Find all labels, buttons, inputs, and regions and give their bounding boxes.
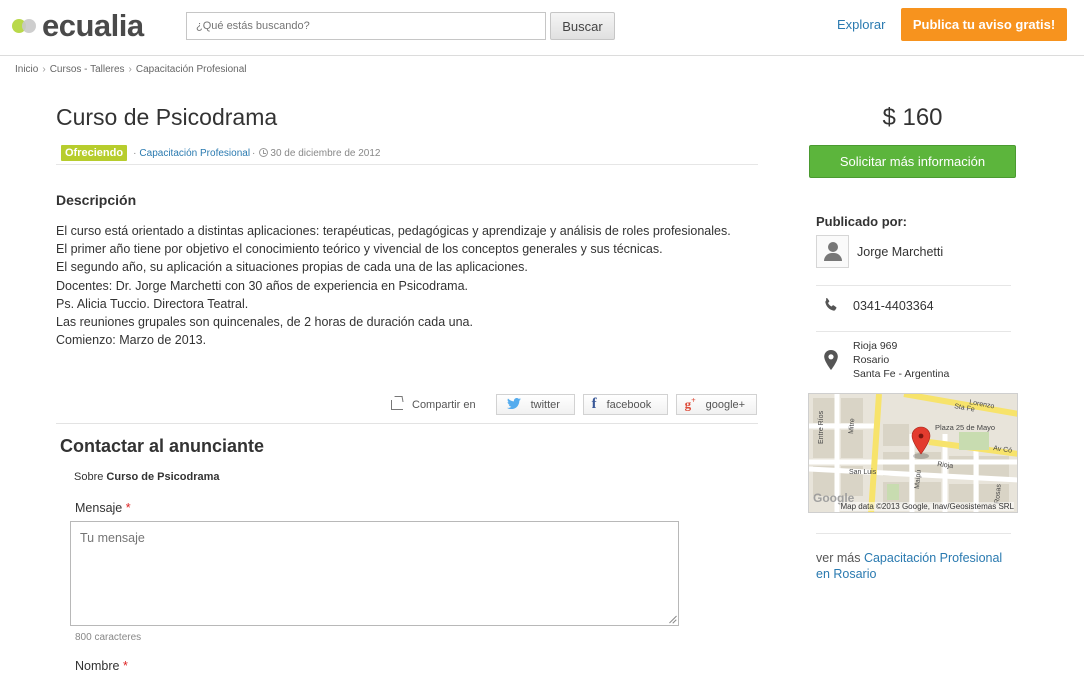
message-label: Mensaje * — [75, 501, 131, 515]
facebook-label: facebook — [606, 398, 652, 411]
published-by-title: Publicado por: — [816, 214, 907, 229]
description-body: El curso está orientado a distintas apli… — [56, 222, 756, 349]
contact-title: Contactar al anunciante — [60, 436, 265, 456]
avatar — [816, 235, 849, 268]
description-line: El curso está orientado a distintas apli… — [56, 224, 731, 238]
logo-text: ecualia — [42, 8, 144, 43]
meta-separator: · — [252, 148, 256, 159]
description-line: El segundo año, su aplicación a situacio… — [56, 260, 528, 275]
breadcrumb-cursos[interactable]: Cursos - Talleres — [50, 64, 125, 75]
map-label: San Luis — [849, 469, 877, 476]
message-label-text: Mensaje — [75, 501, 123, 515]
required-mark: * — [125, 501, 131, 515]
contact-subject: Sobre Curso de Psicodrama — [74, 471, 220, 483]
map-label: Entre Ríos — [818, 410, 825, 444]
category-link[interactable]: Capacitación Profesional — [139, 148, 250, 159]
search-button[interactable]: Buscar — [550, 12, 615, 40]
breadcrumb-separator: › — [128, 64, 132, 75]
listing-title: Curso de Psicodrama — [56, 104, 278, 130]
share-icon — [391, 399, 403, 410]
description-line: Comienzo: Marzo de 2013. — [56, 333, 207, 348]
map-label: Mitre — [848, 418, 856, 434]
header: ecualia Buscar Explorar Publica tu aviso… — [0, 0, 1084, 56]
divider — [816, 533, 1011, 534]
address-line: Rosario — [853, 354, 890, 366]
share-bar: Compartir en twitter f facebook g+ googl… — [391, 394, 765, 415]
description-line: Ps. Alicia Tuccio. Directora Teatral. — [56, 296, 249, 311]
price: $ 160 — [882, 104, 943, 131]
breadcrumb-separator: › — [42, 64, 46, 75]
subject-prefix: Sobre — [74, 471, 104, 483]
listing-meta: Ofreciendo · Capacitación Profesional · … — [56, 145, 758, 165]
listing-date: 30 de diciembre de 2012 — [270, 148, 381, 159]
breadcrumb-inicio[interactable]: Inicio — [15, 64, 38, 75]
twitter-icon — [506, 397, 521, 412]
breadcrumb-capacitacion[interactable]: Capacitación Profesional — [136, 64, 247, 75]
phone-number: 0341-4403364 — [853, 299, 934, 313]
map-label: Plaza 25 de Mayo — [935, 423, 995, 432]
phone-icon — [825, 298, 837, 311]
facebook-icon: f — [591, 396, 597, 412]
see-more: ver más Capacitación Profesional en Rosa… — [816, 550, 1016, 582]
publish-ad-button[interactable]: Publica tu aviso gratis! — [901, 8, 1067, 41]
message-textarea[interactable] — [70, 521, 679, 626]
required-mark: * — [122, 659, 128, 673]
clock-icon — [259, 148, 269, 157]
description-line: El primer año tiene por objetivo el cono… — [56, 242, 663, 257]
share-twitter-button[interactable]: twitter — [495, 394, 575, 415]
status-badge: Ofreciendo — [61, 145, 128, 161]
request-info-button[interactable]: Solicitar más información — [809, 145, 1016, 178]
share-label: Compartir en — [412, 398, 476, 411]
address-line: Rioja 969 — [853, 340, 898, 352]
twitter-label: twitter — [530, 398, 560, 411]
share-google-button[interactable]: g+ google+ — [675, 394, 757, 415]
logo-mark-icon — [12, 19, 38, 33]
name-label-text: Nombre — [75, 659, 120, 673]
meta-separator: · — [133, 148, 137, 159]
explorar-link[interactable]: Explorar — [837, 17, 885, 32]
char-count: 800 caracteres — [75, 632, 142, 643]
divider — [56, 423, 758, 424]
breadcrumb: Inicio › Cursos - Talleres › Capacitació… — [15, 64, 247, 75]
google-label: google+ — [705, 398, 746, 411]
resize-handle-icon[interactable] — [669, 615, 677, 623]
address: Rioja 969 Rosario Santa Fe - Argentina — [853, 339, 949, 381]
map-attribution: Map data ©2013 Google, Inav/Geosistemas … — [840, 502, 1014, 511]
name-label: Nombre * — [75, 659, 128, 673]
description-title: Descripción — [56, 192, 137, 208]
logo[interactable]: ecualia — [12, 8, 144, 43]
address-line: Santa Fe - Argentina — [853, 368, 950, 380]
share-facebook-button[interactable]: f facebook — [582, 394, 668, 415]
see-more-prefix: ver más — [816, 551, 861, 565]
location-pin-icon — [824, 350, 838, 370]
description-line: Docentes: Dr. Jorge Marchetti con 30 año… — [56, 278, 469, 293]
description-line: Las reuniones grupales son quincenales, … — [56, 315, 473, 330]
search-input[interactable] — [186, 12, 546, 40]
subject-title: Curso de Psicodrama — [106, 471, 220, 483]
location-map[interactable]: Sta Fe Lorenzo Entre Ríos Mitre Plaza 25… — [808, 393, 1018, 513]
google-plus-icon: g+ — [684, 396, 696, 412]
author-name[interactable]: Jorge Marchetti — [857, 245, 943, 259]
